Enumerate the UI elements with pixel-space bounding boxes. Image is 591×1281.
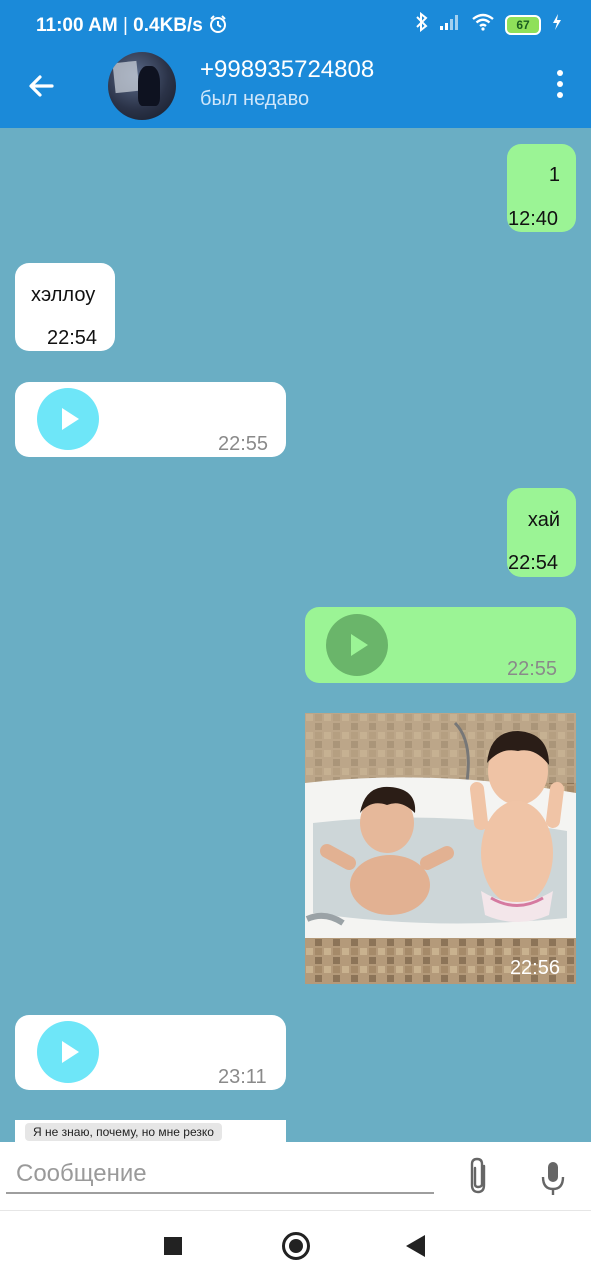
more-vertical-icon[interactable] (553, 70, 567, 104)
message-time: 22:55 (507, 658, 558, 680)
microphone-icon[interactable] (540, 1158, 566, 1198)
bath-photo-image (305, 713, 576, 984)
wifi-icon (471, 13, 495, 36)
chat-header: +998935724808 был недаво (0, 44, 591, 128)
message-time: 12:40 (508, 208, 559, 230)
status-left: 11:00 AM | 0.4KB/s (36, 14, 228, 37)
play-icon[interactable] (326, 614, 388, 676)
message-bubble-outgoing[interactable]: хай 22:54 (507, 488, 576, 577)
play-icon[interactable] (37, 388, 99, 450)
contact-status: был недаво (200, 88, 310, 110)
message-text: хэллоу (31, 284, 96, 306)
message-input[interactable] (6, 1156, 434, 1194)
message-time: 22:56 (509, 957, 560, 979)
play-icon[interactable] (37, 1021, 99, 1083)
status-separator: | (122, 15, 128, 36)
charging-icon (551, 13, 563, 36)
image-caption-text: Я не знаю, почему, но мне резко (25, 1123, 222, 1141)
battery-icon: 67 (505, 14, 541, 35)
status-right: 67 (415, 11, 563, 37)
voice-message-incoming[interactable]: 22:55 (15, 382, 286, 457)
message-text: хай (527, 509, 560, 531)
message-time: 22:54 (508, 552, 559, 574)
message-bubble-incoming[interactable]: хэллоу 22:54 (15, 263, 115, 351)
avatar[interactable] (108, 52, 176, 120)
message-text: 1 (548, 164, 560, 186)
message-time: 23:11 (218, 1066, 267, 1088)
voice-message-outgoing[interactable]: 22:55 (305, 607, 576, 683)
home-icon[interactable] (282, 1232, 310, 1260)
photo-message[interactable]: 22:56 (305, 713, 576, 984)
back-arrow-icon[interactable] (22, 68, 62, 104)
message-bubble-outgoing[interactable]: 1 12:40 (507, 144, 576, 232)
voice-message-incoming[interactable]: 23:11 (15, 1015, 286, 1090)
status-bar: 11:00 AM | 0.4KB/s 67 (0, 0, 591, 44)
back-icon[interactable] (406, 1235, 425, 1257)
bluetooth-icon (415, 11, 429, 37)
system-navigation-bar (0, 1210, 591, 1281)
message-time: 22:54 (47, 327, 98, 349)
alarm-icon (208, 15, 228, 36)
contact-name[interactable]: +998935724808 (200, 56, 374, 84)
network-speed: 0.4KB/s (133, 15, 203, 36)
image-message-partial[interactable]: Я не знаю, почему, но мне резко (15, 1120, 286, 1144)
status-time: 11:00 AM (36, 15, 118, 36)
composer (0, 1142, 591, 1210)
paperclip-icon[interactable] (466, 1156, 492, 1196)
recents-icon[interactable] (164, 1237, 182, 1255)
message-time: 22:55 (218, 433, 269, 455)
signal-icon (439, 13, 461, 36)
